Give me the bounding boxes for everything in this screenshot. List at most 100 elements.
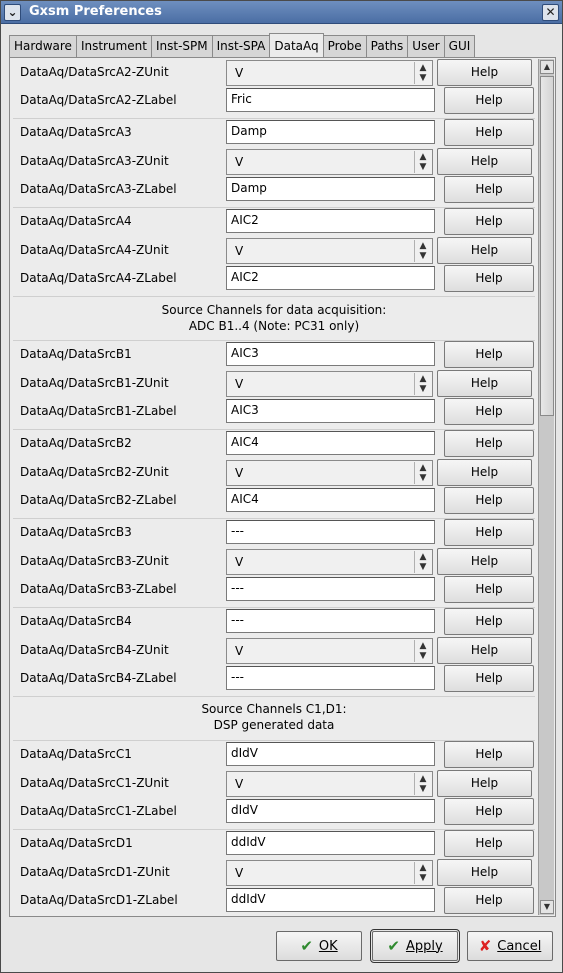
tab-dataaq[interactable]: DataAq — [269, 33, 324, 57]
unit-combo[interactable]: V ▲ ▼ — [226, 238, 433, 264]
setting-label: DataAq/DataSrcA4 — [20, 214, 132, 228]
help-button[interactable]: Help — [444, 341, 534, 368]
setting-row: DataAq/DataSrcB4-ZLabel --- Help — [11, 665, 537, 694]
value-entry[interactable]: AIC4 — [226, 488, 435, 512]
setting-label: DataAq/DataSrcC1-ZLabel — [20, 804, 177, 818]
help-button[interactable]: Help — [444, 430, 534, 457]
value-entry[interactable]: AIC2 — [226, 266, 435, 290]
dropdown-arrow-icon[interactable]: ▲ ▼ — [414, 551, 431, 573]
value-entry[interactable]: AIC4 — [226, 431, 435, 455]
setting-row: DataAq/DataSrcA3-ZLabel Damp Help — [11, 176, 537, 205]
setting-label: DataAq/DataSrcB3 — [20, 525, 132, 539]
unit-combo-value: V — [235, 244, 244, 258]
help-button[interactable]: Help — [444, 798, 534, 825]
dropdown-arrow-icon[interactable]: ▲ ▼ — [414, 640, 431, 662]
dropdown-arrow-icon[interactable]: ▲ ▼ — [414, 462, 431, 484]
title-bar: ⌄ Gxsm Preferences ✕ — [1, 1, 562, 24]
window-menu-icon[interactable]: ⌄ — [4, 4, 21, 21]
tab-instrument[interactable]: Instrument — [75, 35, 152, 57]
help-button[interactable]: Help — [444, 830, 534, 857]
help-button[interactable]: Help — [444, 487, 534, 514]
help-button[interactable]: Help — [437, 548, 532, 575]
cancel-button[interactable]: ✘ Cancel — [467, 931, 553, 961]
ok-button[interactable]: ✔ OK — [276, 931, 362, 961]
setting-label: DataAq/DataSrcB3-ZUnit — [20, 554, 169, 568]
close-icon[interactable]: ✕ — [542, 4, 559, 21]
tab-inst-spm[interactable]: Inst-SPM — [150, 35, 213, 57]
unit-combo[interactable]: V ▲ ▼ — [226, 549, 433, 575]
setting-row: DataAq/DataSrcA4-ZLabel AIC2 Help — [11, 265, 537, 294]
help-button[interactable]: Help — [444, 576, 534, 603]
value-entry[interactable]: --- — [226, 666, 435, 690]
help-button[interactable]: Help — [444, 519, 534, 546]
setting-row: DataAq/DataSrcB3 --- Help — [11, 519, 537, 548]
help-button[interactable]: Help — [437, 370, 532, 397]
value-entry[interactable]: --- — [226, 577, 435, 601]
dropdown-arrow-icon[interactable]: ▲ ▼ — [414, 373, 431, 395]
value-entry[interactable]: AIC3 — [226, 342, 435, 366]
setting-label: DataAq/DataSrcA3 — [20, 125, 132, 139]
help-button[interactable]: Help — [437, 148, 532, 175]
dropdown-arrow-icon[interactable]: ▲ ▼ — [414, 240, 431, 262]
setting-label: DataAq/DataSrcA3-ZUnit — [20, 154, 169, 168]
value-entry[interactable]: dIdV — [226, 799, 435, 823]
unit-combo[interactable]: V ▲ ▼ — [226, 371, 433, 397]
scrollbar-thumb[interactable] — [540, 76, 554, 416]
setting-label: DataAq/DataSrcB3-ZLabel — [20, 582, 177, 596]
value-entry[interactable]: dIdV — [226, 742, 435, 766]
value-entry[interactable]: ddIdV — [226, 831, 435, 855]
section-heading-line: DSP generated data — [213, 718, 335, 732]
unit-combo[interactable]: V ▲ ▼ — [226, 60, 433, 86]
unit-combo[interactable]: V ▲ ▼ — [226, 860, 433, 886]
unit-combo[interactable]: V ▲ ▼ — [226, 460, 433, 486]
setting-row: DataAq/DataSrcC1-ZLabel dIdV Help — [11, 798, 537, 827]
value-entry[interactable]: --- — [226, 520, 435, 544]
help-button[interactable]: Help — [437, 237, 532, 264]
scroll-up-arrow-icon[interactable]: ▲ — [540, 60, 554, 74]
help-button[interactable]: Help — [444, 87, 534, 114]
unit-combo-value: V — [235, 777, 244, 791]
dropdown-arrow-icon[interactable]: ▲ ▼ — [414, 773, 431, 795]
help-button[interactable]: Help — [437, 59, 532, 86]
tab-paths[interactable]: Paths — [365, 35, 409, 57]
unit-combo[interactable]: V ▲ ▼ — [226, 771, 433, 797]
help-button[interactable]: Help — [444, 608, 534, 635]
setting-label: DataAq/DataSrcB1 — [20, 347, 132, 361]
help-button[interactable]: Help — [437, 770, 532, 797]
unit-combo[interactable]: V ▲ ▼ — [226, 638, 433, 664]
help-button[interactable]: Help — [437, 859, 532, 886]
tab-inst-spa[interactable]: Inst-SPA — [211, 35, 271, 57]
help-button[interactable]: Help — [437, 459, 532, 486]
vertical-scrollbar[interactable]: ▲ ▼ — [538, 59, 554, 915]
section-heading-line: Source Channels C1,D1: — [201, 702, 347, 716]
dropdown-arrow-icon[interactable]: ▲ ▼ — [414, 862, 431, 884]
tab-probe[interactable]: Probe — [322, 35, 367, 57]
value-entry[interactable]: Damp — [226, 120, 435, 144]
dropdown-arrow-icon[interactable]: ▲ ▼ — [414, 151, 431, 173]
help-button[interactable]: Help — [444, 887, 534, 914]
setting-label: DataAq/DataSrcD1-ZUnit — [20, 865, 170, 879]
value-entry[interactable]: AIC3 — [226, 399, 435, 423]
setting-label: DataAq/DataSrcB4 — [20, 614, 132, 628]
tab-gui[interactable]: GUI — [443, 35, 476, 57]
apply-button[interactable]: ✔ Apply — [370, 929, 460, 963]
value-entry[interactable]: AIC2 — [226, 209, 435, 233]
value-entry[interactable]: ddIdV — [226, 888, 435, 912]
scroll-down-arrow-icon[interactable]: ▼ — [540, 900, 554, 914]
help-button[interactable]: Help — [444, 176, 534, 203]
tab-hardware[interactable]: Hardware — [9, 35, 77, 57]
value-entry[interactable]: Fric — [226, 88, 435, 112]
help-button[interactable]: Help — [444, 665, 534, 692]
help-button[interactable]: Help — [444, 398, 534, 425]
help-button[interactable]: Help — [444, 208, 534, 235]
unit-combo[interactable]: V ▲ ▼ — [226, 149, 433, 175]
help-button[interactable]: Help — [444, 265, 534, 292]
value-entry[interactable]: --- — [226, 609, 435, 633]
help-button[interactable]: Help — [437, 637, 532, 664]
dropdown-arrow-icon[interactable]: ▲ ▼ — [414, 62, 431, 84]
tab-user[interactable]: User — [407, 35, 445, 57]
help-button[interactable]: Help — [444, 741, 534, 768]
help-button[interactable]: Help — [444, 119, 534, 146]
setting-row: DataAq/DataSrcB2-ZLabel AIC4 Help — [11, 487, 537, 516]
value-entry[interactable]: Damp — [226, 177, 435, 201]
